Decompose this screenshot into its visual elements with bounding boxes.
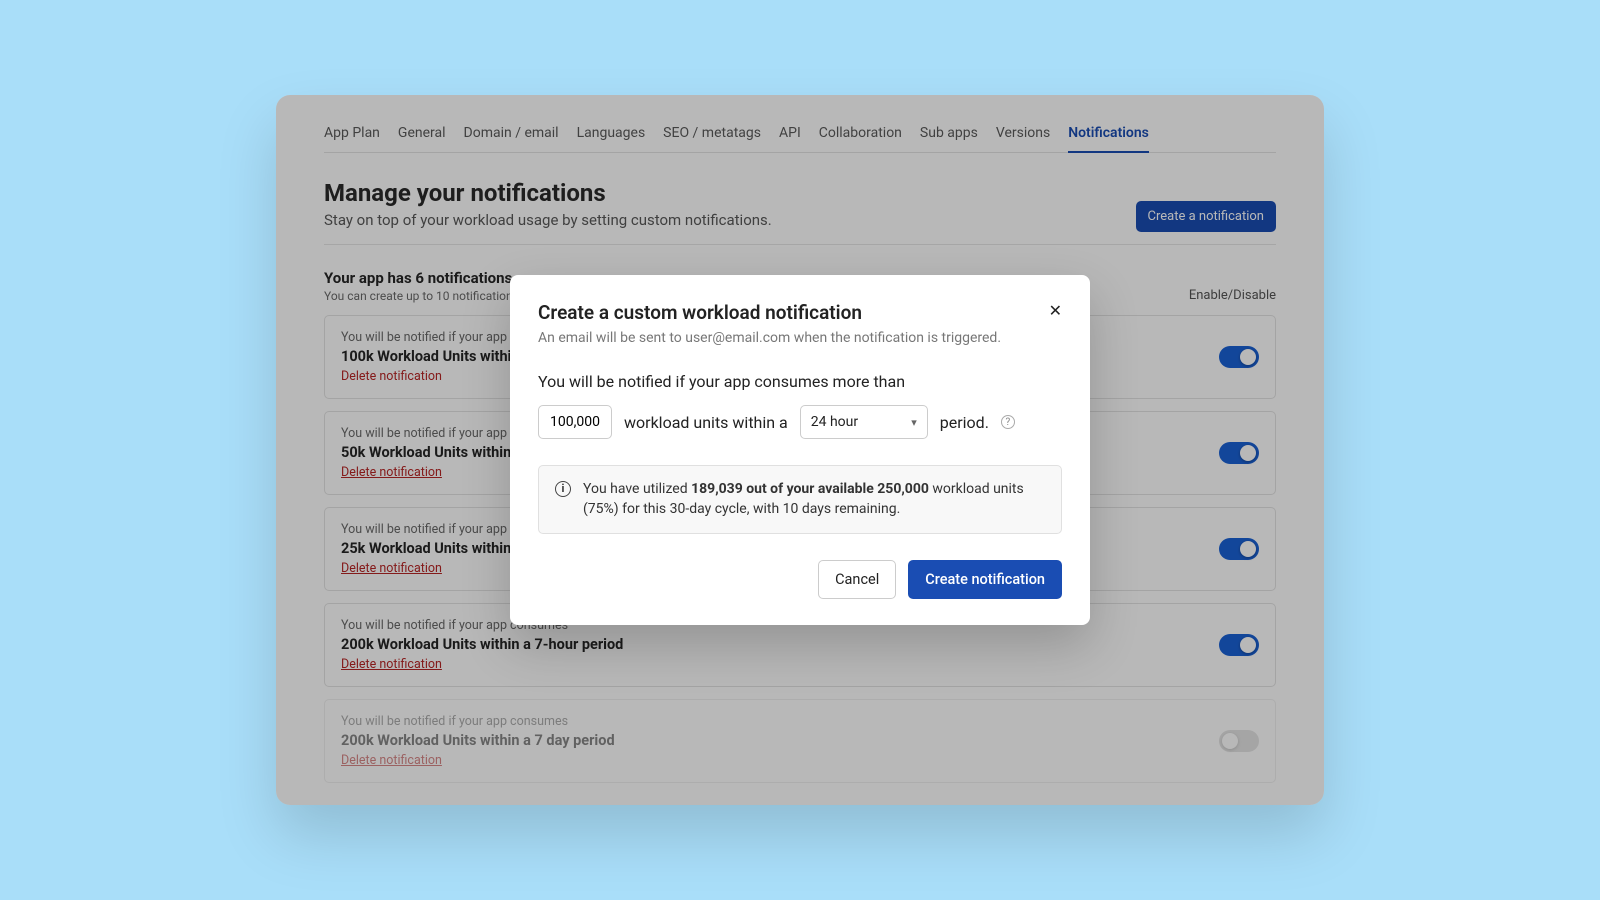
modal-condition-text: You will be notified if your app consume… bbox=[538, 372, 1062, 391]
period-suffix: period. bbox=[940, 413, 989, 432]
period-select[interactable]: 24 hour ▾ bbox=[800, 405, 928, 439]
settings-window: App Plan General Domain / email Language… bbox=[276, 95, 1324, 805]
usage-info-prefix: You have utilized bbox=[583, 481, 691, 497]
cancel-button[interactable]: Cancel bbox=[818, 560, 896, 599]
modal-subtitle: An email will be sent to user@email.com … bbox=[538, 330, 1062, 346]
chevron-down-icon: ▾ bbox=[911, 416, 917, 429]
create-notification-confirm-button[interactable]: Create notification bbox=[908, 560, 1062, 599]
info-icon: i bbox=[555, 481, 571, 497]
modal-title: Create a custom workload notification bbox=[538, 301, 862, 324]
usage-info-bold: 189,039 out of your available 250,000 bbox=[691, 481, 929, 497]
create-notification-modal: Create a custom workload notification ✕ … bbox=[510, 275, 1090, 625]
close-icon[interactable]: ✕ bbox=[1049, 301, 1062, 320]
usage-info-box: i You have utilized 189,039 out of your … bbox=[538, 465, 1062, 534]
modal-overlay: Create a custom workload notification ✕ … bbox=[276, 95, 1324, 805]
period-select-value: 24 hour bbox=[811, 414, 858, 430]
modal-input-row: workload units within a 24 hour ▾ period… bbox=[538, 405, 1062, 439]
modal-header: Create a custom workload notification ✕ bbox=[538, 301, 1062, 324]
within-text: workload units within a bbox=[624, 413, 788, 432]
usage-info-text: You have utilized 189,039 out of your av… bbox=[583, 480, 1045, 519]
workload-units-input[interactable] bbox=[538, 405, 612, 439]
modal-actions: Cancel Create notification bbox=[538, 560, 1062, 599]
help-icon[interactable]: ? bbox=[1001, 415, 1015, 429]
